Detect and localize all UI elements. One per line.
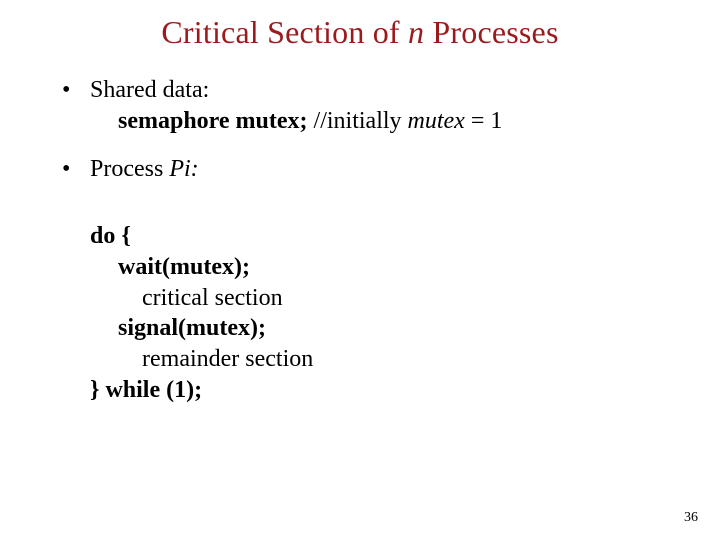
bullet-marker-icon: • [62,154,90,185]
bullet-shared-data-body: Shared data: semaphore mutex; //initiall… [90,75,680,136]
semaphore-decl: semaphore mutex; [118,108,308,134]
bullet-marker-icon: • [62,75,90,136]
equals-one: = 1 [465,108,503,134]
code-block: do { wait(mutex); critical section signa… [62,221,680,405]
title-n: n [408,14,424,50]
title-prefix: Critical Section of [161,14,408,50]
code-remainder: remainder section [62,344,680,375]
initially-text: //initially [308,108,408,134]
shared-data-label: Shared data: [90,75,680,106]
process-label: Process [90,156,169,182]
bullet-process: • Process Pi: [62,154,680,185]
code-critical: critical section [62,283,680,314]
code-do: do { [62,221,680,252]
code-signal: signal(mutex); [62,313,680,344]
mutex-var: mutex [408,108,465,134]
slide-title: Critical Section of n Processes [0,0,720,51]
bullet-process-body: Process Pi: [90,154,680,185]
page-number: 36 [684,510,698,526]
process-pi: Pi: [169,156,198,182]
semaphore-line: semaphore mutex; //initially mutex = 1 [90,106,680,137]
spacer [62,136,680,154]
slide-body: • Shared data: semaphore mutex; //initia… [0,51,720,405]
code-wait: wait(mutex); [62,252,680,283]
slide: Critical Section of n Processes • Shared… [0,0,720,540]
title-suffix: Processes [424,14,558,50]
spacer [62,185,680,203]
spacer [62,203,680,221]
code-while: } while (1); [62,375,680,406]
bullet-shared-data: • Shared data: semaphore mutex; //initia… [62,75,680,136]
